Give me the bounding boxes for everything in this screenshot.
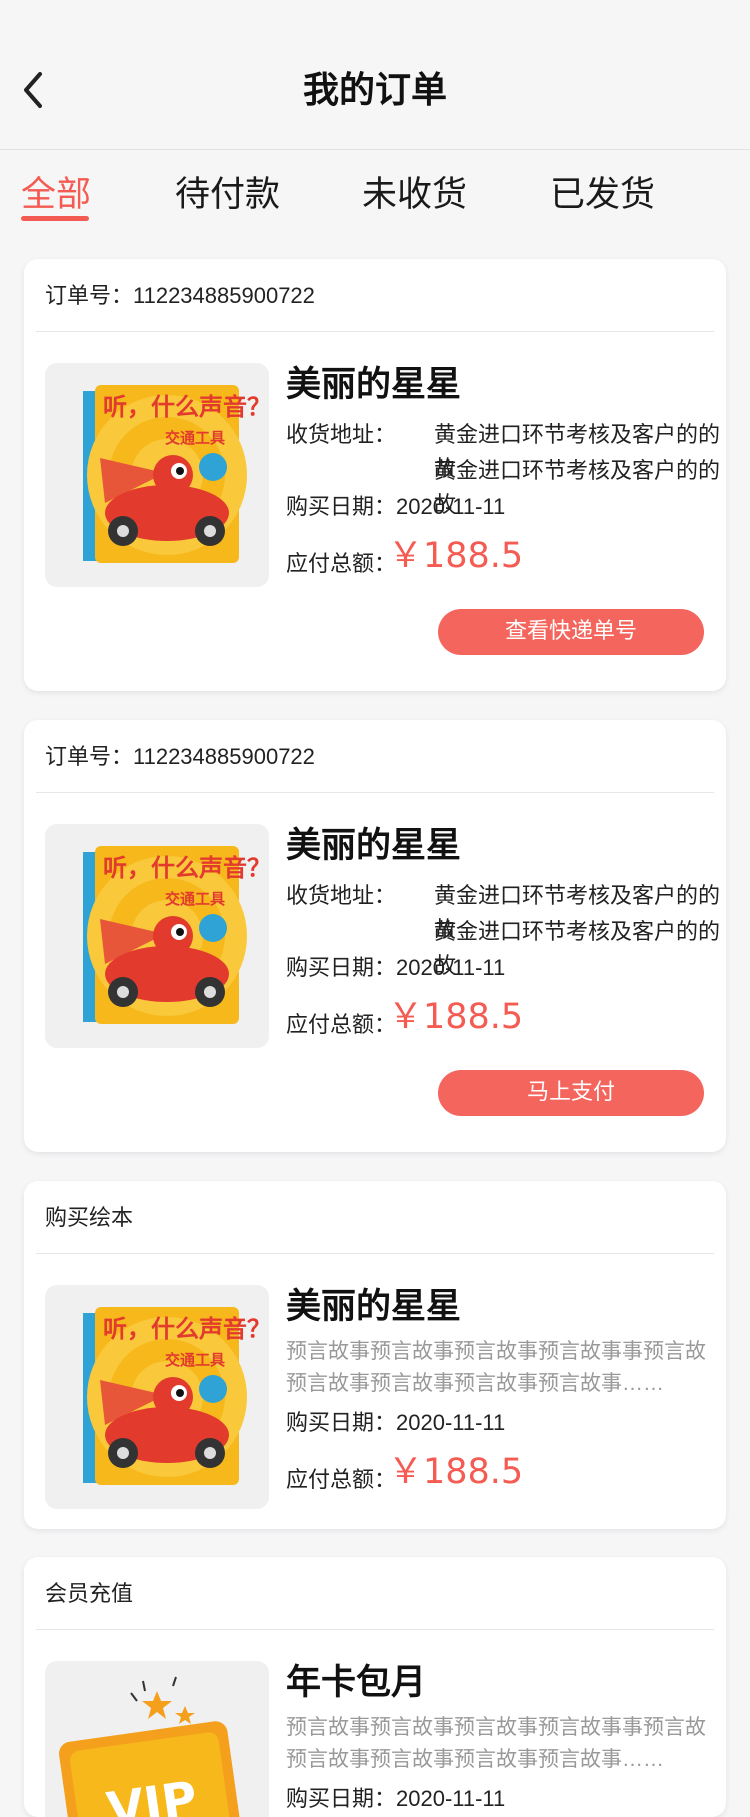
active-tab-indicator (21, 216, 89, 221)
order-card: 订单号：112234885900722 听，什么声音？ 交通工具 美丽的星星 收… (24, 259, 726, 691)
order-card: 会员充值 VIP 年卡包月 预言故事预言故事预言故事预言故事事预言故 预言故事预… (24, 1557, 726, 1817)
product-name: 年卡包月 (286, 1663, 427, 1703)
product-name: 美丽的星星 (286, 1287, 462, 1327)
product-description: 预言故事预言故事预言故事预言故事…… (286, 1372, 664, 1395)
purchase-date: 购买日期：2020-11-11 (286, 494, 506, 519)
vip-card-image: VIP (59, 1676, 241, 1817)
book-cover-image: 听，什么声音？ 交通工具 (83, 846, 269, 1024)
product-name: 美丽的星星 (286, 826, 462, 866)
purchase-date: 购买日期：2020-11-11 (286, 1410, 506, 1435)
total-label: 应付总额： (286, 1012, 397, 1037)
book-cover-subtitle: 交通工具 (165, 1351, 225, 1369)
tab-all[interactable]: 全部 (21, 170, 91, 220)
purchase-date: 购买日期：2020-11-11 (286, 1786, 506, 1811)
product-thumbnail[interactable]: 听，什么声音？ 交通工具 (45, 1285, 269, 1509)
tab-pending-payment[interactable]: 待付款 (175, 170, 280, 220)
top-nav-bar: 我的订单 (0, 0, 750, 150)
divider (36, 792, 714, 793)
purchase-date: 购买日期：2020-11-11 (286, 955, 506, 980)
total-price: ￥188.5 (388, 1452, 524, 1492)
book-cover-image: 听，什么声音？ 交通工具 (83, 1307, 269, 1485)
product-thumbnail[interactable]: 听，什么声音？ 交通工具 (45, 824, 269, 1048)
star-icon (175, 1706, 195, 1724)
order-number: 订单号：112234885900722 (45, 283, 315, 308)
order-card: 订单号：112234885900722 听，什么声音？ 交通工具 美丽的星星 收… (24, 720, 726, 1152)
divider (36, 1629, 714, 1630)
book-cover-subtitle: 交通工具 (165, 890, 225, 908)
order-tabs: 全部 待付款 未收货 已发货 (0, 150, 750, 250)
order-card: 购买绘本 听，什么声音？ 交通工具 美丽的星星 预言故事预言故事预言故事预言故事… (24, 1181, 726, 1529)
book-cover-title: 听，什么声音？ (103, 393, 269, 421)
total-label: 应付总额： (286, 1467, 397, 1492)
tab-shipped[interactable]: 已发货 (550, 170, 655, 220)
product-name: 美丽的星星 (286, 365, 462, 405)
product-thumbnail[interactable]: 听，什么声音？ 交通工具 (45, 363, 269, 587)
order-type: 会员充值 (45, 1581, 134, 1606)
address-label: 收货地址： (286, 422, 397, 447)
total-label: 应付总额： (286, 551, 397, 576)
total-price: ￥188.5 (388, 536, 524, 576)
view-tracking-button[interactable]: 查看快递单号 (438, 609, 704, 655)
product-description: 预言故事预言故事预言故事预言故事事预言故 (286, 1340, 706, 1363)
divider (36, 1253, 714, 1254)
product-description: 预言故事预言故事预言故事预言故事事预言故 (286, 1716, 706, 1739)
book-cover-subtitle: 交通工具 (165, 429, 225, 447)
order-type: 购买绘本 (45, 1205, 134, 1230)
order-number: 订单号：112234885900722 (45, 744, 315, 769)
book-cover-title: 听，什么声音？ (103, 854, 269, 882)
tab-not-received[interactable]: 未收货 (362, 170, 467, 220)
book-cover-title: 听，什么声音？ (103, 1315, 269, 1343)
product-description: 预言故事预言故事预言故事预言故事…… (286, 1748, 664, 1771)
star-icon (142, 1691, 172, 1719)
address-label: 收货地址： (286, 883, 397, 908)
pay-now-button[interactable]: 马上支付 (438, 1070, 704, 1116)
total-price: ￥188.5 (388, 997, 524, 1037)
book-cover-image: 听，什么声音？ 交通工具 (83, 385, 269, 563)
divider (36, 331, 714, 332)
product-thumbnail[interactable]: VIP (45, 1661, 269, 1817)
page-title: 我的订单 (302, 70, 447, 111)
